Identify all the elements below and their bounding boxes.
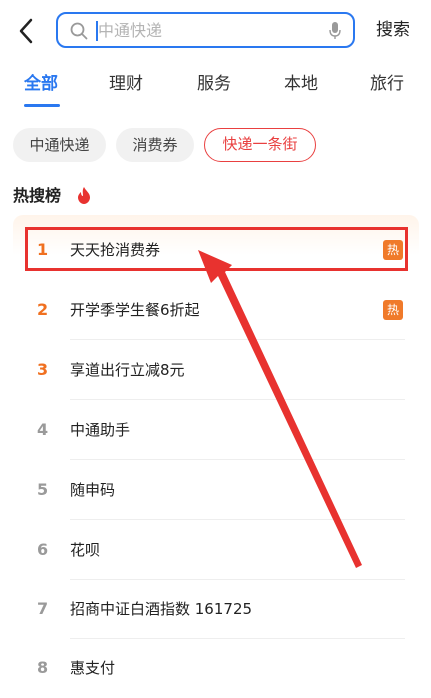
history-chip-zto[interactable]: 中通快递 xyxy=(13,128,106,162)
row-divider xyxy=(70,399,405,400)
rank-number: 3 xyxy=(37,360,49,379)
rank-number: 5 xyxy=(37,480,49,499)
item-text: 天天抢消费券 xyxy=(70,241,161,259)
active-tab-indicator xyxy=(24,104,60,107)
rank-number: 8 xyxy=(37,658,49,677)
rank-number: 1 xyxy=(37,240,49,259)
row-divider xyxy=(70,459,405,460)
hot-list-item-1[interactable]: 1 天天抢消费券 热 xyxy=(13,221,419,280)
hot-list-item-4[interactable]: 4 中通助手 xyxy=(13,401,419,460)
search-icon xyxy=(70,22,88,40)
item-text: 招商中证白酒指数 161725 xyxy=(70,600,253,618)
rank-number: 7 xyxy=(37,599,49,618)
microphone-icon[interactable] xyxy=(329,22,341,40)
tab-services[interactable]: 服务 xyxy=(197,72,231,96)
category-tabs: 全部 理财 服务 本地 旅行 xyxy=(0,66,431,108)
hot-list-item-8[interactable]: 8 惠支付 xyxy=(13,639,419,698)
item-text: 随申码 xyxy=(70,481,116,499)
search-button[interactable]: 搜索 xyxy=(376,18,410,42)
rank-number: 4 xyxy=(37,420,49,439)
search-input[interactable]: 中通快递 xyxy=(56,12,355,48)
hot-list-item-5[interactable]: 5 随申码 xyxy=(13,461,419,520)
rank-number: 6 xyxy=(37,540,49,559)
tab-travel[interactable]: 旅行 xyxy=(370,72,404,96)
history-chip-coupon[interactable]: 消费券 xyxy=(116,128,194,162)
hot-list-item-7[interactable]: 7 招商中证白酒指数 161725 xyxy=(13,580,419,639)
row-divider xyxy=(70,339,405,340)
flame-icon xyxy=(78,187,90,204)
rank-number: 2 xyxy=(37,300,49,319)
item-text: 中通助手 xyxy=(70,421,131,439)
hot-list-title: 热搜榜 xyxy=(13,186,62,205)
item-text: 享道出行立减8元 xyxy=(70,361,185,379)
tab-all[interactable]: 全部 xyxy=(24,72,58,96)
row-divider xyxy=(70,519,405,520)
item-text: 花呗 xyxy=(70,541,101,559)
hot-list-item-2[interactable]: 2 开学季学生餐6折起 热 xyxy=(13,281,419,340)
history-chip-express-street[interactable]: 快递一条街 xyxy=(204,128,316,162)
hot-list-item-3[interactable]: 3 享道出行立减8元 xyxy=(13,341,419,400)
tab-local[interactable]: 本地 xyxy=(284,72,318,96)
item-text: 开学季学生餐6折起 xyxy=(70,301,200,319)
hot-badge: 热 xyxy=(383,300,403,320)
tab-finance[interactable]: 理财 xyxy=(109,72,143,96)
back-arrow-icon[interactable] xyxy=(14,14,40,48)
top-bar: 中通快递 搜索 xyxy=(0,0,431,62)
item-text: 惠支付 xyxy=(70,659,116,677)
search-placeholder: 中通快递 xyxy=(98,21,163,40)
hot-list-item-6[interactable]: 6 花呗 xyxy=(13,521,419,580)
hot-badge: 热 xyxy=(383,240,403,260)
